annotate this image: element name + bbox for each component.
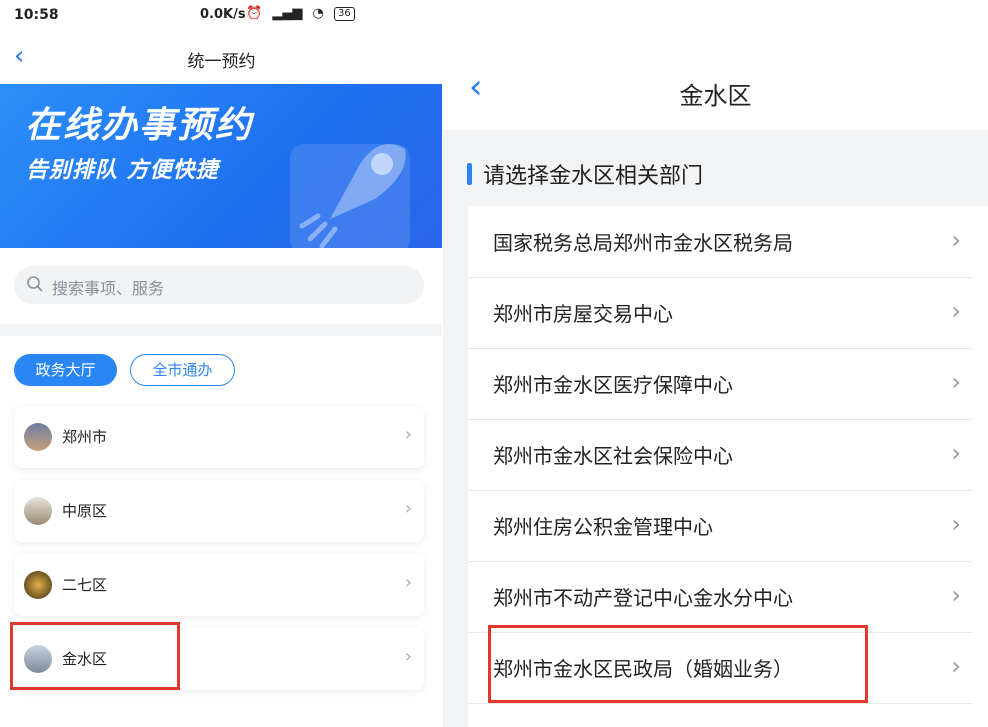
department-item[interactable]: 郑州市房屋交易中心 › bbox=[468, 277, 973, 349]
department-item[interactable]: 郑州市不动产登记中心金水分中心 › bbox=[468, 561, 973, 633]
avatar bbox=[24, 571, 52, 599]
search-area: 搜索事项、服务 bbox=[0, 248, 443, 324]
search-input[interactable]: 搜索事项、服务 bbox=[14, 266, 424, 304]
department-item[interactable]: 国家税务总局郑州市金水区税务局 › bbox=[468, 206, 973, 278]
department-label: 郑州市不动产登记中心金水分中心 bbox=[493, 586, 793, 610]
avatar bbox=[24, 423, 52, 451]
alarm-icon: ⏰ bbox=[246, 6, 263, 21]
wifi-icon: ◔ bbox=[312, 6, 324, 21]
department-item[interactable]: 郑州市金水区医疗保障中心 › bbox=[468, 348, 973, 420]
district-item-zhengzhou[interactable]: 郑州市 › bbox=[14, 406, 424, 468]
chevron-right-icon: › bbox=[951, 368, 961, 396]
page-title: 金水区 bbox=[679, 82, 752, 110]
chevron-right-icon: › bbox=[404, 572, 412, 593]
department-item[interactable]: 郑州住房公积金管理中心 › bbox=[468, 490, 973, 562]
district-label: 中原区 bbox=[62, 502, 108, 520]
avatar bbox=[24, 497, 52, 525]
district-item-zhongyuan[interactable]: 中原区 › bbox=[14, 480, 424, 542]
search-icon bbox=[27, 276, 43, 292]
status-icons: ⏰ ▂▄▆ ◔ 36 bbox=[246, 6, 361, 22]
banner-title: 在线办事预约 bbox=[25, 105, 254, 146]
rocket-icon bbox=[290, 144, 410, 248]
department-label: 国家税务总局郑州市金水区税务局 bbox=[493, 231, 793, 255]
district-item-erqi[interactable]: 二七区 › bbox=[14, 554, 424, 616]
right-header: ‹ 金水区 bbox=[443, 0, 988, 130]
chevron-right-icon: › bbox=[404, 498, 412, 519]
department-label: 郑州市金水区社会保险中心 bbox=[493, 444, 733, 468]
chevron-right-icon: › bbox=[951, 581, 961, 609]
highlight-box bbox=[10, 622, 180, 690]
district-label: 郑州市 bbox=[62, 428, 108, 446]
chevron-right-icon: › bbox=[404, 424, 412, 445]
signal-icon: ▂▄▆ bbox=[272, 6, 303, 21]
department-label: 郑州住房公积金管理中心 bbox=[493, 515, 713, 539]
department-item[interactable]: 郑州市金水区社会保险中心 › bbox=[468, 419, 973, 491]
tab-government-hall[interactable]: 政务大厅 bbox=[14, 354, 117, 386]
promo-banner[interactable]: 在线办事预约 告别排队 方便快捷 bbox=[0, 84, 443, 248]
district-label: 二七区 bbox=[62, 576, 108, 594]
department-label: 郑州市房屋交易中心 bbox=[493, 302, 673, 326]
page-title: 统一预约 bbox=[187, 52, 256, 72]
chevron-right-icon: › bbox=[951, 652, 961, 680]
section-title: 请选择金水区相关部门 bbox=[483, 164, 704, 189]
status-time: 10:58 bbox=[14, 7, 59, 23]
chevron-right-icon: › bbox=[404, 646, 412, 667]
section-accent-bar bbox=[467, 163, 472, 185]
tab-citywide[interactable]: 全市通办 bbox=[130, 354, 235, 386]
battery-icon: 36 bbox=[333, 7, 355, 21]
status-bar: 10:58 0.0K/s ⏰ ▂▄▆ ◔ 36 bbox=[0, 0, 443, 32]
search-placeholder: 搜索事项、服务 bbox=[52, 279, 165, 298]
left-screen: 10:58 0.0K/s ⏰ ▂▄▆ ◔ 36 ‹ 统一预约 在线办事预约 告别… bbox=[0, 0, 443, 727]
banner-subtitle: 告别排队 方便快捷 bbox=[26, 158, 219, 183]
chevron-right-icon: › bbox=[951, 439, 961, 467]
chevron-right-icon: › bbox=[951, 510, 961, 538]
right-screen: ‹ 金水区 请选择金水区相关部门 国家税务总局郑州市金水区税务局 › 郑州市房屋… bbox=[443, 0, 988, 727]
highlight-box bbox=[488, 625, 868, 703]
department-label: 郑州市金水区医疗保障中心 bbox=[493, 373, 733, 397]
status-speed: 0.0K/s bbox=[200, 7, 246, 22]
chevron-right-icon: › bbox=[951, 226, 961, 254]
left-header: ‹ 统一预约 bbox=[0, 32, 443, 84]
chevron-right-icon: › bbox=[951, 297, 961, 325]
